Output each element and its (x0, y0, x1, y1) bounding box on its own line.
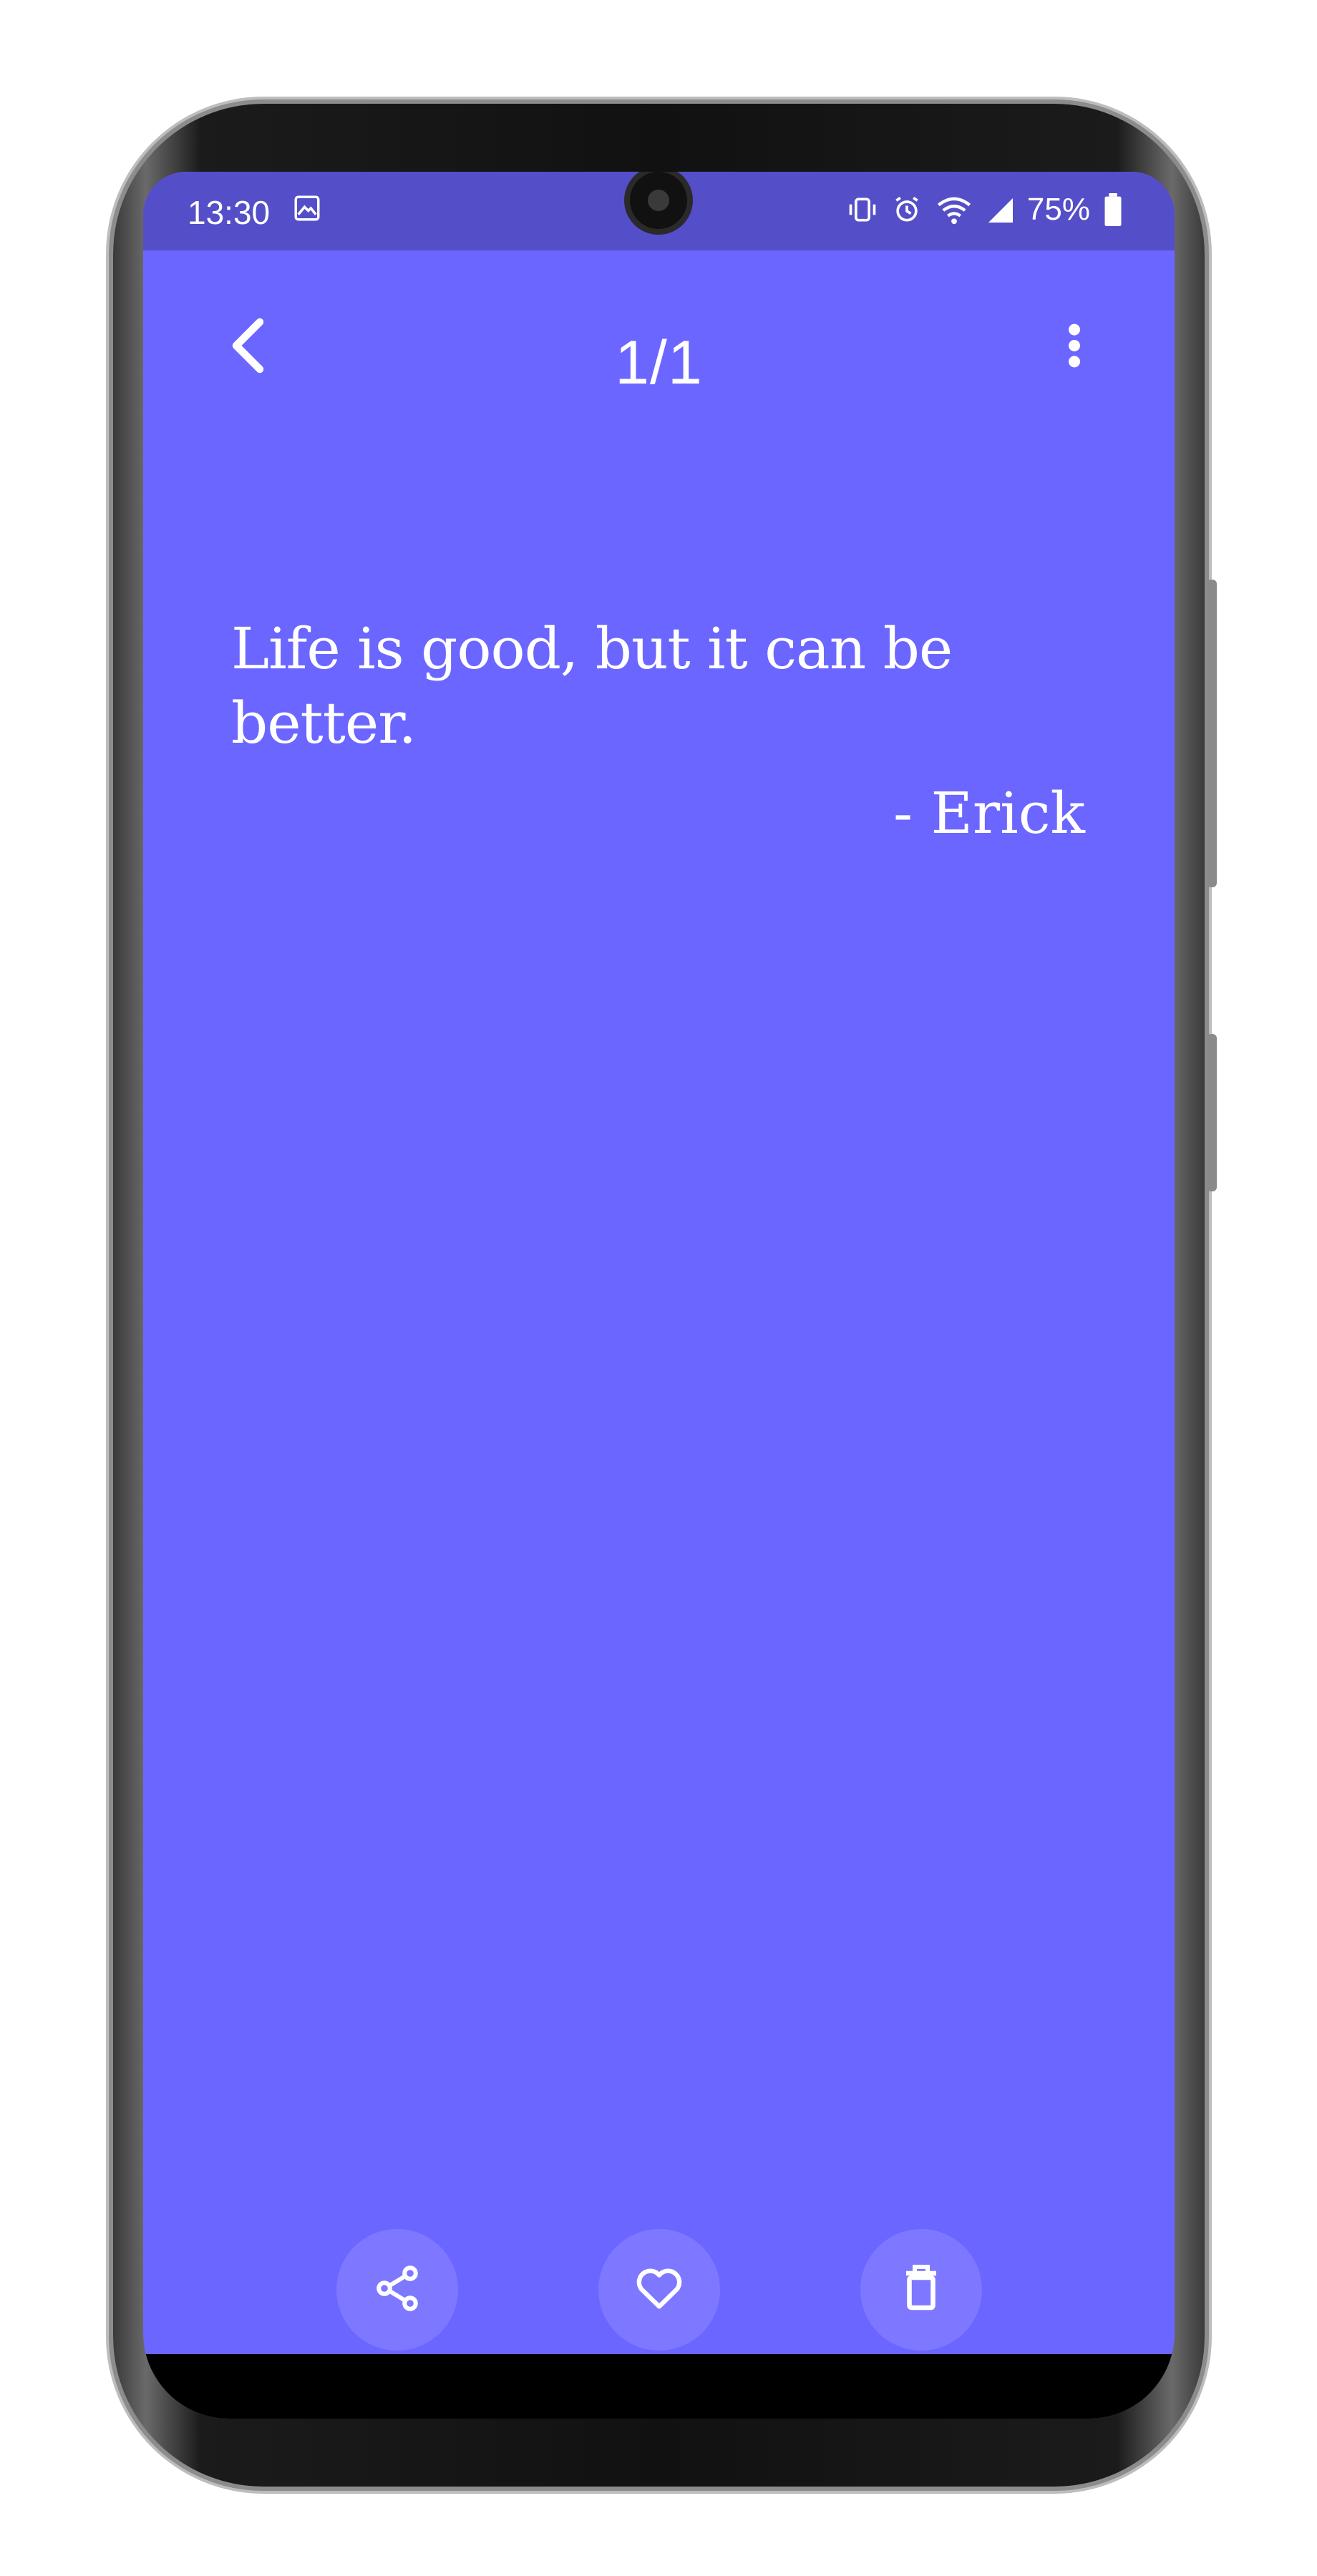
gallery-icon (292, 193, 322, 223)
front-camera (630, 172, 687, 229)
screen: 13:30 75% 1/1 Life is good, but it can b… (143, 172, 1175, 2419)
action-bar (143, 2229, 1175, 2358)
more-options-button[interactable] (1053, 311, 1096, 383)
phone-frame: 13:30 75% 1/1 Life is good, but it can b… (113, 104, 1217, 2487)
status-time: 13:30 (188, 194, 271, 231)
signal-icon (986, 195, 1014, 224)
battery-percentage: 75% (1026, 192, 1090, 227)
quote-text: Life is good, but it can be better. (231, 615, 953, 756)
share-icon (371, 2263, 423, 2318)
alarm-icon (891, 194, 923, 225)
wifi-icon (935, 194, 973, 225)
status-bar: 13:30 75% (143, 172, 1175, 250)
favorite-button[interactable] (598, 2229, 720, 2351)
share-button[interactable] (336, 2229, 458, 2351)
battery-icon (1103, 193, 1123, 226)
volume-button (1207, 580, 1217, 887)
delete-button[interactable] (860, 2229, 982, 2351)
heart-icon (632, 2261, 686, 2319)
more-vert-icon (1067, 323, 1082, 372)
top-app-bar: 1/1 (143, 250, 1175, 397)
quote-author: - Erick (893, 780, 1085, 847)
trash-icon (898, 2263, 944, 2318)
vibrate-icon (847, 194, 878, 225)
power-button (1207, 1034, 1217, 1191)
page-indicator: 1/1 (615, 328, 703, 397)
navigation-bar (143, 2354, 1175, 2419)
status-icons: 75% (847, 192, 1123, 228)
